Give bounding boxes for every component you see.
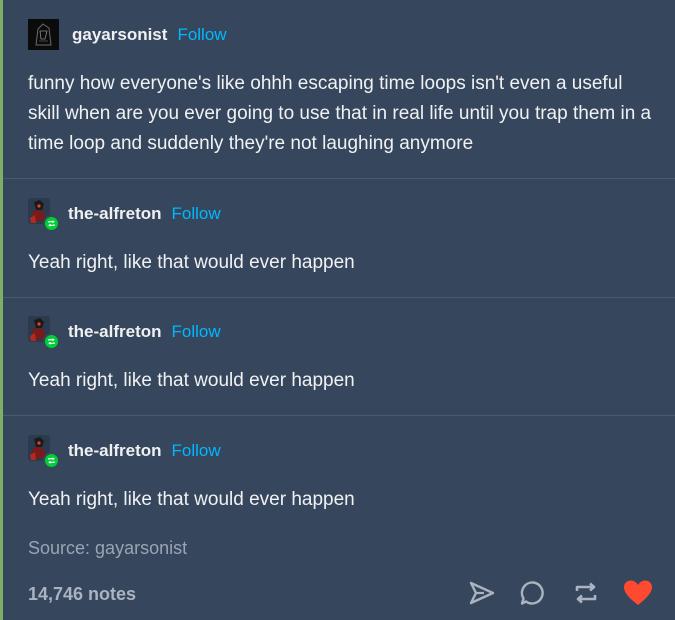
reblog-badge-icon <box>43 333 60 350</box>
avatar[interactable] <box>28 19 59 50</box>
reblog-icon <box>575 582 597 604</box>
avatar[interactable] <box>28 198 60 232</box>
like-button[interactable] <box>621 576 655 610</box>
reblog-body-text: Yeah right, like that would ever happen <box>28 252 355 273</box>
reblog-badge-icon <box>43 215 60 232</box>
heart-icon <box>624 580 652 605</box>
reblog-body-text: Yeah right, like that would ever happen <box>28 489 355 510</box>
username[interactable]: gayarsonist <box>72 25 167 45</box>
follow-button[interactable]: Follow <box>172 441 221 461</box>
follow-button[interactable]: Follow <box>172 322 221 342</box>
divider <box>3 297 675 298</box>
divider <box>3 415 675 416</box>
post-body-text: funny how everyone's like ohhh escaping … <box>28 73 652 154</box>
source-prefix: Source: <box>28 538 96 558</box>
source-user-link[interactable]: gayarsonist <box>95 538 187 558</box>
reblog-header: the-alfreton Follow <box>28 198 221 232</box>
reblog-header: the-alfreton Follow <box>28 316 221 350</box>
reblog-button[interactable] <box>569 576 603 610</box>
reblog-body-text: Yeah right, like that would ever happen <box>28 370 355 391</box>
share-button[interactable] <box>465 576 499 610</box>
source-attribution: Source: gayarsonist <box>28 538 187 559</box>
reply-bubble-icon <box>520 581 544 605</box>
avatar-image-icon <box>28 19 59 50</box>
reblog-badge-icon <box>43 452 60 469</box>
divider <box>3 178 675 179</box>
reply-button[interactable] <box>516 576 550 610</box>
username[interactable]: the-alfreton <box>68 204 162 224</box>
notes-count[interactable]: 14,746 notes <box>28 584 136 605</box>
avatar[interactable] <box>28 316 60 350</box>
tumblr-post: gayarsonist Follow funny how everyone's … <box>3 0 675 620</box>
follow-button[interactable]: Follow <box>177 25 226 45</box>
avatar[interactable] <box>28 435 60 469</box>
follow-button[interactable]: Follow <box>172 204 221 224</box>
send-icon <box>469 581 495 605</box>
username[interactable]: the-alfreton <box>68 322 162 342</box>
original-post-header: gayarsonist Follow <box>28 19 227 50</box>
reblog-header: the-alfreton Follow <box>28 435 221 469</box>
username[interactable]: the-alfreton <box>68 441 162 461</box>
